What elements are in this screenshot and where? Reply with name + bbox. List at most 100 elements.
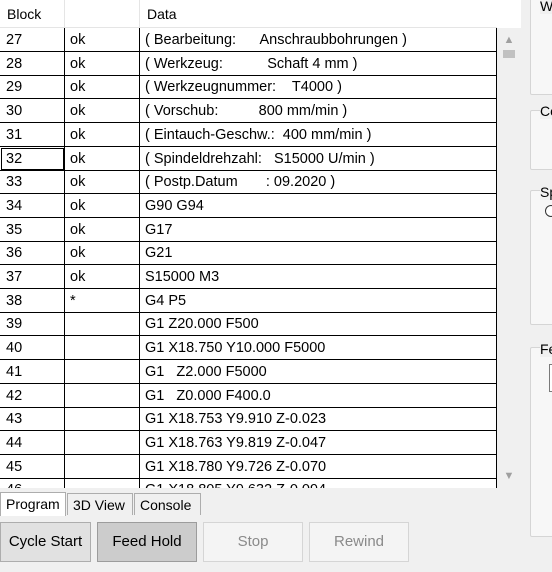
status-cell[interactable] [65, 336, 140, 361]
block-cell[interactable]: 44 [0, 430, 65, 455]
block-cell[interactable]: 40 [0, 336, 65, 361]
block-cell[interactable]: 43 [0, 407, 65, 432]
data-cell[interactable]: G1 X18.750 Y10.000 F5000 [140, 336, 497, 361]
table-row[interactable]: 44 G1 X18.763 Y9.819 Z-0.047 [0, 430, 497, 455]
block-cell[interactable]: 35 [0, 217, 65, 242]
status-cell[interactable]: ok [65, 170, 140, 195]
tab-console[interactable]: Console [134, 493, 201, 515]
table-row[interactable]: 45 G1 X18.780 Y9.726 Z-0.070 [0, 454, 497, 479]
block-cell[interactable]: 41 [0, 359, 65, 384]
stop-button[interactable]: Stop [203, 522, 303, 562]
data-cell[interactable]: ( Werkzeug: Schaft 4 mm ) [140, 51, 497, 76]
data-cell[interactable]: ( Werkzeugnummer: T4000 ) [140, 75, 497, 100]
button-bar: Cycle Start Feed Hold Stop Rewind [0, 522, 521, 562]
block-cell[interactable]: 36 [0, 241, 65, 266]
status-cell[interactable]: ok [65, 241, 140, 266]
data-cell[interactable]: G1 Z0.000 F400.0 [140, 383, 497, 408]
tab-program[interactable]: Program [0, 492, 66, 516]
column-header-block[interactable]: Block [0, 0, 65, 27]
block-cell[interactable]: 27 [0, 28, 65, 52]
block-cell[interactable]: 30 [0, 99, 65, 124]
table-row[interactable]: 40 G1 X18.750 Y10.000 F5000 [0, 336, 497, 361]
block-cell[interactable]: 46 [0, 478, 65, 488]
status-cell[interactable] [65, 407, 140, 432]
table-row[interactable]: 36 ok G21 [0, 241, 497, 266]
data-cell[interactable]: S15000 M3 [140, 265, 497, 289]
program-grid[interactable]: Block Data 27 ok( Bearbeitung: Anschraubb… [0, 0, 522, 488]
data-cell[interactable]: G21 [140, 241, 497, 266]
data-cell[interactable]: G1 X18.763 Y9.819 Z-0.047 [140, 430, 497, 455]
table-row[interactable]: 46 G1 X18.805 Y9.632 Z-0.094 [0, 478, 497, 488]
data-cell[interactable]: G90 G94 [140, 193, 497, 218]
status-cell[interactable]: ok [65, 217, 140, 242]
status-cell[interactable] [65, 312, 140, 337]
scroll-down-icon[interactable]: ▼ [497, 466, 521, 486]
block-cell[interactable]: 34 [0, 193, 65, 218]
status-cell[interactable] [65, 359, 140, 384]
status-cell[interactable] [65, 454, 140, 479]
data-cell[interactable]: ( Vorschub: 800 mm/min ) [140, 99, 497, 124]
data-cell[interactable]: ( Spindeldrehzahl: S15000 U/min ) [140, 146, 497, 171]
table-row[interactable]: 32 ok( Spindeldrehzahl: S15000 U/min ) [0, 146, 497, 171]
table-row[interactable]: 41 G1 Z2.000 F5000 [0, 359, 497, 384]
block-cell[interactable]: 38 [0, 288, 65, 313]
data-cell[interactable]: G1 Z2.000 F5000 [140, 359, 497, 384]
data-cell[interactable]: G1 X18.753 Y9.910 Z-0.023 [140, 407, 497, 432]
column-header-status[interactable] [65, 0, 140, 27]
table-row[interactable]: 34 ok G90 G94 [0, 193, 497, 218]
data-cell[interactable]: G17 [140, 217, 497, 242]
status-cell[interactable] [65, 478, 140, 488]
block-cell[interactable]: 42 [0, 383, 65, 408]
table-row[interactable]: 28 ok( Werkzeug: Schaft 4 mm ) [0, 51, 497, 76]
data-cell[interactable]: G1 X18.780 Y9.726 Z-0.070 [140, 454, 497, 479]
tab-3d-view[interactable]: 3D View [67, 493, 133, 515]
table-row[interactable]: 37 ok S15000 M3 [0, 265, 497, 289]
table-row[interactable]: 29 ok( Werkzeugnummer: T4000 ) [0, 75, 497, 100]
table-row[interactable]: 43 G1 X18.753 Y9.910 Z-0.023 [0, 407, 497, 432]
status-cell[interactable]: ok [65, 99, 140, 124]
data-cell[interactable]: G1 X18.805 Y9.632 Z-0.094 [140, 478, 497, 488]
cycle-start-button[interactable]: Cycle Start [0, 522, 91, 562]
vertical-scrollbar[interactable]: ▲ ▼ [497, 28, 521, 488]
scroll-up-icon[interactable]: ▲ [497, 30, 521, 50]
status-cell[interactable]: ok [65, 122, 140, 147]
status-cell[interactable]: ok [65, 75, 140, 100]
data-cell[interactable]: ( Bearbeitung: Anschraubbohrungen ) [140, 28, 497, 52]
side-label-co: Co [540, 103, 552, 119]
block-cell[interactable]: 45 [0, 454, 65, 479]
feed-hold-button[interactable]: Feed Hold [97, 522, 197, 562]
status-cell[interactable]: * [65, 288, 140, 313]
block-cell[interactable]: 37 [0, 265, 65, 289]
status-cell[interactable]: ok [65, 146, 140, 171]
data-cell[interactable]: G4 P5 [140, 288, 497, 313]
block-cell[interactable]: 28 [0, 51, 65, 76]
table-row[interactable]: 42 G1 Z0.000 F400.0 [0, 383, 497, 408]
scrollbar-thumb[interactable] [503, 50, 515, 58]
tab-strip: Program 3D View Console [0, 489, 521, 517]
table-row[interactable]: 39 G1 Z20.000 F500 [0, 312, 497, 337]
block-cell[interactable]: 33 [0, 170, 65, 195]
side-label-w: W [540, 0, 552, 14]
spindle-radio-button[interactable] [545, 205, 552, 217]
table-row[interactable]: 38 * G4 P5 [0, 288, 497, 313]
status-cell[interactable]: ok [65, 28, 140, 52]
status-cell[interactable] [65, 430, 140, 455]
data-cell[interactable]: ( Postp.Datum : 09.2020 ) [140, 170, 497, 195]
block-cell[interactable]: 39 [0, 312, 65, 337]
column-header-data[interactable]: Data [140, 0, 497, 27]
table-row[interactable]: 31 ok( Eintauch-Geschw.: 400 mm/min ) [0, 122, 497, 147]
table-row[interactable]: 27 ok( Bearbeitung: Anschraubbohrungen ) [0, 28, 497, 52]
data-cell[interactable]: G1 Z20.000 F500 [140, 312, 497, 337]
status-cell[interactable]: ok [65, 265, 140, 289]
table-row[interactable]: 33 ok( Postp.Datum : 09.2020 ) [0, 170, 497, 195]
status-cell[interactable]: ok [65, 193, 140, 218]
block-cell[interactable]: 31 [0, 122, 65, 147]
table-row[interactable]: 30 ok( Vorschub: 800 mm/min ) [0, 99, 497, 124]
rewind-button[interactable]: Rewind [309, 522, 409, 562]
block-cell[interactable]: 32 [0, 146, 65, 171]
status-cell[interactable] [65, 383, 140, 408]
data-cell[interactable]: ( Eintauch-Geschw.: 400 mm/min ) [140, 122, 497, 147]
status-cell[interactable]: ok [65, 51, 140, 76]
block-cell[interactable]: 29 [0, 75, 65, 100]
table-row[interactable]: 35 ok G17 [0, 217, 497, 242]
